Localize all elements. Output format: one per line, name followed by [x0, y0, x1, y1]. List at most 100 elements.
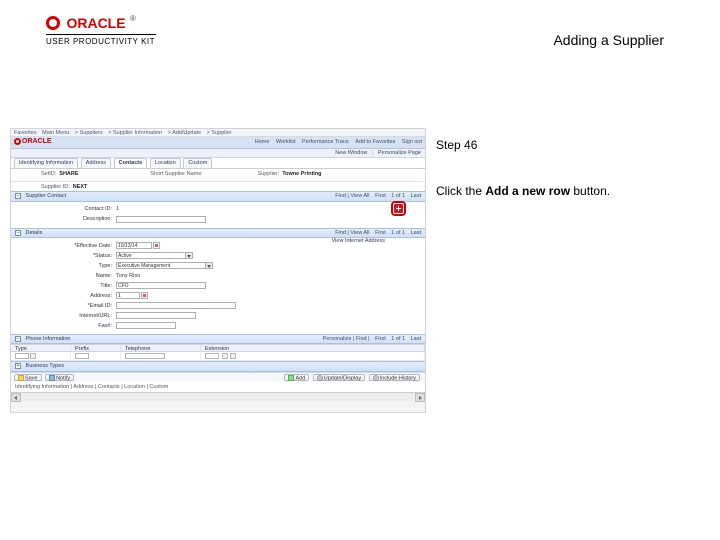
- address-input[interactable]: 1: [116, 292, 140, 299]
- prefix-cell-input[interactable]: [75, 353, 89, 359]
- app-subnav: New Window | Personalize Page: [11, 149, 425, 158]
- add-icon: [288, 375, 294, 381]
- contact-id-label: Contact ID:: [11, 206, 116, 212]
- type-cell-input[interactable]: [15, 353, 29, 359]
- count-label: 1 of 1: [391, 230, 405, 236]
- oracle-o-icon: [14, 138, 21, 145]
- first-link[interactable]: First: [375, 230, 386, 236]
- scroll-right-icon[interactable]: [415, 393, 425, 402]
- col-type: Type: [11, 345, 71, 351]
- desc-input[interactable]: [116, 216, 206, 223]
- url-input[interactable]: [116, 312, 196, 319]
- doc-header: ORACLE ® USER PRODUCTIVITY KIT: [46, 14, 156, 46]
- add-new-row-button[interactable]: [394, 204, 403, 213]
- supplier-info-line2: Supplier ID:NEXT: [11, 182, 425, 191]
- history-icon: [373, 375, 379, 381]
- band-details: – Details Find | View All First 1 of 1 L…: [11, 228, 425, 238]
- type-label: Type:: [11, 263, 116, 269]
- new-window-link[interactable]: New Window: [335, 150, 367, 156]
- nav-home[interactable]: Home: [255, 139, 270, 145]
- notify-button[interactable]: Notify: [45, 374, 74, 381]
- upk-divider: [46, 34, 156, 35]
- save-button[interactable]: Save: [14, 374, 42, 381]
- crumb[interactable]: Suppliers: [80, 130, 103, 136]
- fax-input[interactable]: [116, 322, 176, 329]
- title-input[interactable]: CFO: [116, 282, 206, 289]
- footer-tab-links[interactable]: Identifying Information | Address | Cont…: [11, 382, 425, 392]
- band-title: Supplier Contact: [26, 193, 67, 199]
- collapse-icon[interactable]: –: [15, 230, 21, 236]
- oracle-o-icon: [46, 16, 60, 30]
- tab-identifying[interactable]: Identifying Information: [14, 158, 78, 168]
- tab-strip: Identifying Information Address Contacts…: [11, 158, 425, 169]
- personalize-link[interactable]: Personalize | Find |: [323, 336, 370, 342]
- last-link[interactable]: Last: [411, 336, 421, 342]
- nav-worklist[interactable]: Worklist: [276, 139, 295, 145]
- add-button[interactable]: Add: [284, 374, 309, 381]
- tab-location[interactable]: Location: [150, 158, 181, 168]
- supplier-value: Towne Printing: [282, 171, 321, 177]
- notify-icon: [49, 375, 55, 381]
- nav-fav[interactable]: Add to Favorites: [355, 139, 395, 145]
- telephone-cell-input[interactable]: [125, 353, 165, 359]
- extension-cell-input[interactable]: [205, 353, 219, 359]
- band-title: Phone Information: [26, 336, 71, 342]
- app-screenshot: Favorites Main Menu > Suppliers > Suppli…: [10, 128, 426, 413]
- instr-prefix: Click the: [436, 184, 485, 198]
- crumb[interactable]: Supplier: [211, 130, 231, 136]
- tab-custom[interactable]: Custom: [183, 158, 212, 168]
- eff-date-input[interactable]: 10/13/14: [116, 242, 152, 249]
- upk-label: USER PRODUCTIVITY KIT: [46, 37, 156, 46]
- scroll-left-icon[interactable]: [11, 393, 21, 402]
- doc-title: Adding a Supplier: [553, 32, 664, 48]
- plus-icon[interactable]: [222, 353, 228, 359]
- phone-grid-row: [11, 352, 425, 361]
- count-label: 1 of 1: [391, 336, 405, 342]
- dropdown-icon[interactable]: [186, 252, 193, 259]
- nav-trace[interactable]: Performance Trace: [302, 139, 349, 145]
- crumb[interactable]: Favorites: [14, 130, 37, 136]
- dropdown-icon[interactable]: [206, 262, 213, 269]
- title-label: Title:: [11, 283, 116, 289]
- horizontal-scrollbar[interactable]: [11, 392, 425, 401]
- instruction-panel: Step 46 Click the Add a new row button.: [436, 138, 610, 198]
- include-history-button[interactable]: Include History: [369, 374, 420, 381]
- tab-address[interactable]: Address: [81, 158, 111, 168]
- type-select[interactable]: Executive Management: [116, 262, 206, 269]
- count-label: 1 of 1: [391, 193, 405, 199]
- crumb[interactable]: Supplier Information: [113, 130, 162, 136]
- first-link[interactable]: First: [375, 193, 386, 199]
- action-bar: Save Notify Add Update/Display Include H…: [11, 372, 425, 382]
- save-icon: [18, 375, 24, 381]
- expand-icon[interactable]: +: [15, 363, 21, 369]
- find-link[interactable]: Find | View All: [335, 230, 369, 236]
- sname-label: Short Supplier Name:: [150, 171, 203, 177]
- dropdown-icon[interactable]: [30, 353, 36, 359]
- view-internet-link[interactable]: View Internet Address: [332, 238, 385, 244]
- find-link[interactable]: Find | View All: [335, 193, 369, 199]
- personalize-link[interactable]: Personalize Page: [378, 150, 421, 156]
- instr-suffix: button.: [570, 184, 610, 198]
- oracle-logo: ORACLE ®: [46, 14, 156, 32]
- collapse-icon[interactable]: –: [15, 193, 21, 199]
- last-link[interactable]: Last: [411, 230, 421, 236]
- minus-icon[interactable]: [230, 353, 236, 359]
- oracle-tm: ®: [130, 14, 136, 23]
- crumb[interactable]: Add/Update: [172, 130, 201, 136]
- update-display-button[interactable]: Update/Display: [313, 374, 365, 381]
- first-link[interactable]: First: [375, 336, 386, 342]
- supplier-label: Supplier:: [258, 171, 280, 177]
- email-input[interactable]: [116, 302, 236, 309]
- supplier-info-line: SetID:SHARE Short Supplier Name: Supplie…: [11, 169, 425, 182]
- name-value: Tony Riso: [116, 273, 140, 279]
- band-title: Details: [26, 230, 43, 236]
- nav-signout[interactable]: Sign out: [402, 139, 422, 145]
- collapse-icon[interactable]: –: [15, 336, 21, 342]
- calendar-icon[interactable]: [153, 242, 160, 249]
- band-title: Business Types: [26, 363, 64, 369]
- status-select[interactable]: Active: [116, 252, 186, 259]
- tab-contacts[interactable]: Contacts: [114, 158, 148, 168]
- last-link[interactable]: Last: [411, 193, 421, 199]
- crumb[interactable]: Main Menu: [42, 130, 69, 136]
- lookup-icon[interactable]: [141, 292, 148, 299]
